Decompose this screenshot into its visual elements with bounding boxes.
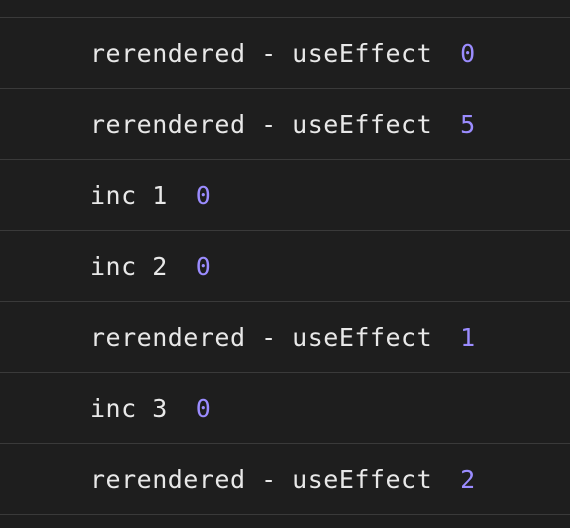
console-row: rerendered - useEffect 0 xyxy=(0,17,570,89)
console-value: 2 xyxy=(460,465,475,494)
console-row: inc 1 0 xyxy=(0,159,570,231)
console-message: rerendered - useEffect xyxy=(90,110,432,139)
console-value: 0 xyxy=(196,394,211,423)
console-log-panel: rerendered - useEffect 0 rerendered - us… xyxy=(0,0,570,528)
console-row: rerendered - useEffect 1 xyxy=(0,301,570,373)
row-divider xyxy=(0,514,570,528)
console-row: rerendered - useEffect 2 xyxy=(0,443,570,515)
console-value: 1 xyxy=(460,323,475,352)
console-message: rerendered - useEffect xyxy=(90,323,432,352)
console-row: inc 3 0 xyxy=(0,372,570,444)
console-value: 0 xyxy=(460,39,475,68)
row-divider xyxy=(0,0,570,18)
console-message: inc 1 xyxy=(90,181,168,210)
console-message: rerendered - useEffect xyxy=(90,465,432,494)
console-row: inc 2 0 xyxy=(0,230,570,302)
console-row: rerendered - useEffect 5 xyxy=(0,88,570,160)
console-message: rerendered - useEffect xyxy=(90,39,432,68)
console-message: inc 2 xyxy=(90,252,168,281)
console-value: 0 xyxy=(196,181,211,210)
console-value: 0 xyxy=(196,252,211,281)
console-message: inc 3 xyxy=(90,394,168,423)
console-value: 5 xyxy=(460,110,475,139)
